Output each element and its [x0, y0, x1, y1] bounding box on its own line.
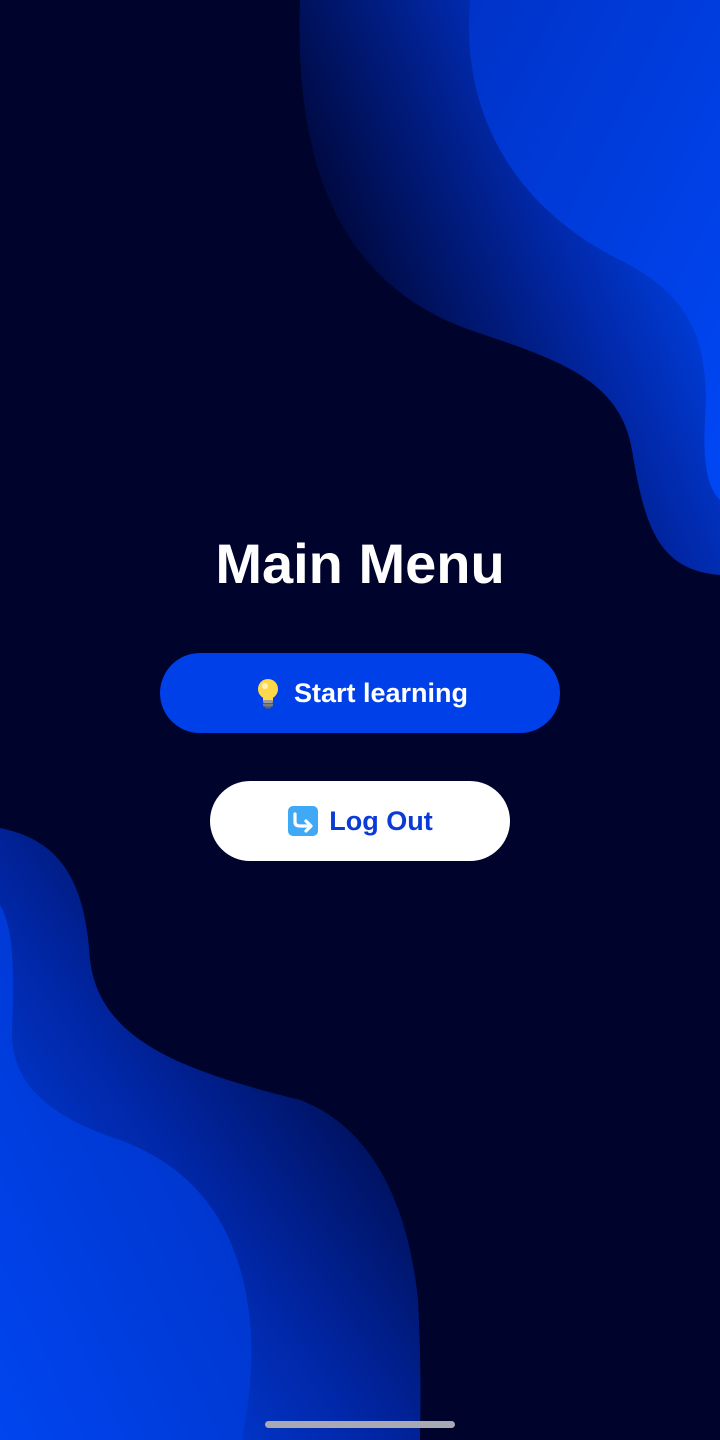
- page-title: Main Menu: [215, 532, 505, 595]
- lightbulb-icon: [252, 677, 284, 709]
- home-indicator[interactable]: [265, 1421, 455, 1428]
- log-out-button[interactable]: Log Out: [210, 781, 510, 861]
- start-learning-label: Start learning: [293, 678, 469, 708]
- start-learning-button[interactable]: Start learning: [160, 653, 560, 733]
- return-arrow-icon: [287, 805, 319, 837]
- log-out-label: Log Out: [329, 806, 433, 836]
- main-menu-screen: Main Menu Start learning Log Out: [0, 0, 720, 1440]
